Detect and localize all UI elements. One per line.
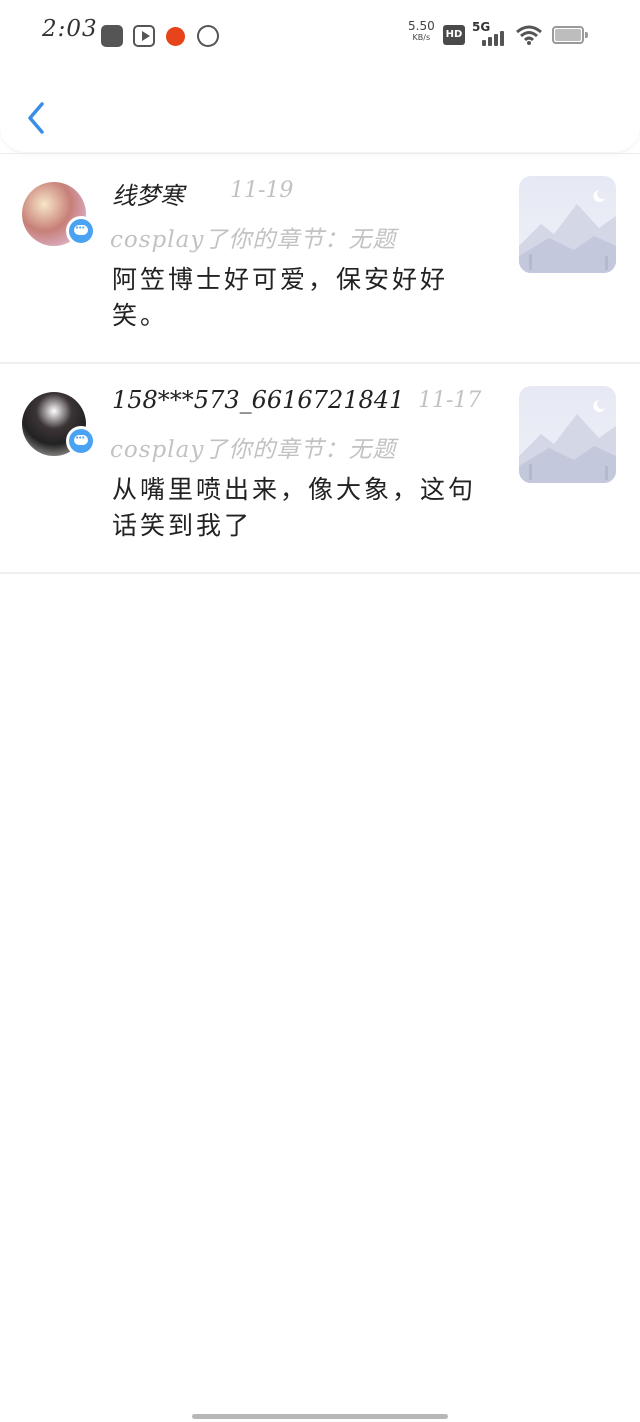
placeholder-mountain-icon	[519, 190, 616, 273]
back-arrow-icon[interactable]	[24, 100, 48, 136]
comment-date: 11-19	[230, 178, 294, 203]
gallery-app-icon	[101, 25, 123, 47]
comment-text: 阿笠博士好可爱，保安好好笑。	[112, 265, 449, 330]
comment-date: 11-17	[418, 388, 482, 413]
chapter-reference[interactable]: cosplay了你的章节：无题	[110, 430, 396, 464]
comment-item[interactable]: 线梦寒 11-19 cosplay了你的章节：无题 阿笠博士好可爱，保安好好笑。	[0, 154, 640, 364]
network-type: 5G	[472, 20, 491, 34]
chapter-thumbnail[interactable]	[519, 386, 616, 483]
net-speed-unit: KB/s	[412, 33, 431, 42]
battery-icon	[552, 26, 588, 44]
status-time: 2:03	[42, 16, 98, 42]
net-speed-value: 5.50	[408, 19, 435, 33]
chapter-reference[interactable]: cosplay了你的章节：无题	[110, 220, 396, 254]
shopping-app-icon	[166, 27, 185, 46]
status-bar: 2:03 5.50 KB/s HD 5G	[0, 0, 640, 66]
orbit-app-icon	[192, 20, 224, 52]
network-speed: 5.50 KB/s	[408, 20, 435, 44]
home-indicator[interactable]	[192, 1414, 448, 1419]
comment-bubble-icon	[66, 426, 96, 456]
user-name[interactable]: 线梦寒	[112, 176, 184, 211]
video-player-icon	[133, 25, 155, 47]
hd-icon: HD	[443, 25, 465, 45]
top-nav-bar	[0, 66, 640, 152]
wifi-icon	[516, 25, 542, 45]
comment-item[interactable]: 158***573_6616721841 11-17 cosplay了你的章节：…	[0, 364, 640, 574]
comment-text: 从嘴里喷出来，像大象，这句话笑到我了	[112, 475, 477, 540]
chapter-thumbnail[interactable]	[519, 176, 616, 273]
user-name[interactable]: 158***573_6616721841	[112, 386, 404, 414]
comment-list: 线梦寒 11-19 cosplay了你的章节：无题 阿笠博士好可爱，保安好好笑。…	[0, 153, 640, 574]
signal-icon: 5G	[472, 20, 508, 46]
comment-bubble-icon	[66, 216, 96, 246]
placeholder-mountain-icon	[519, 400, 616, 483]
